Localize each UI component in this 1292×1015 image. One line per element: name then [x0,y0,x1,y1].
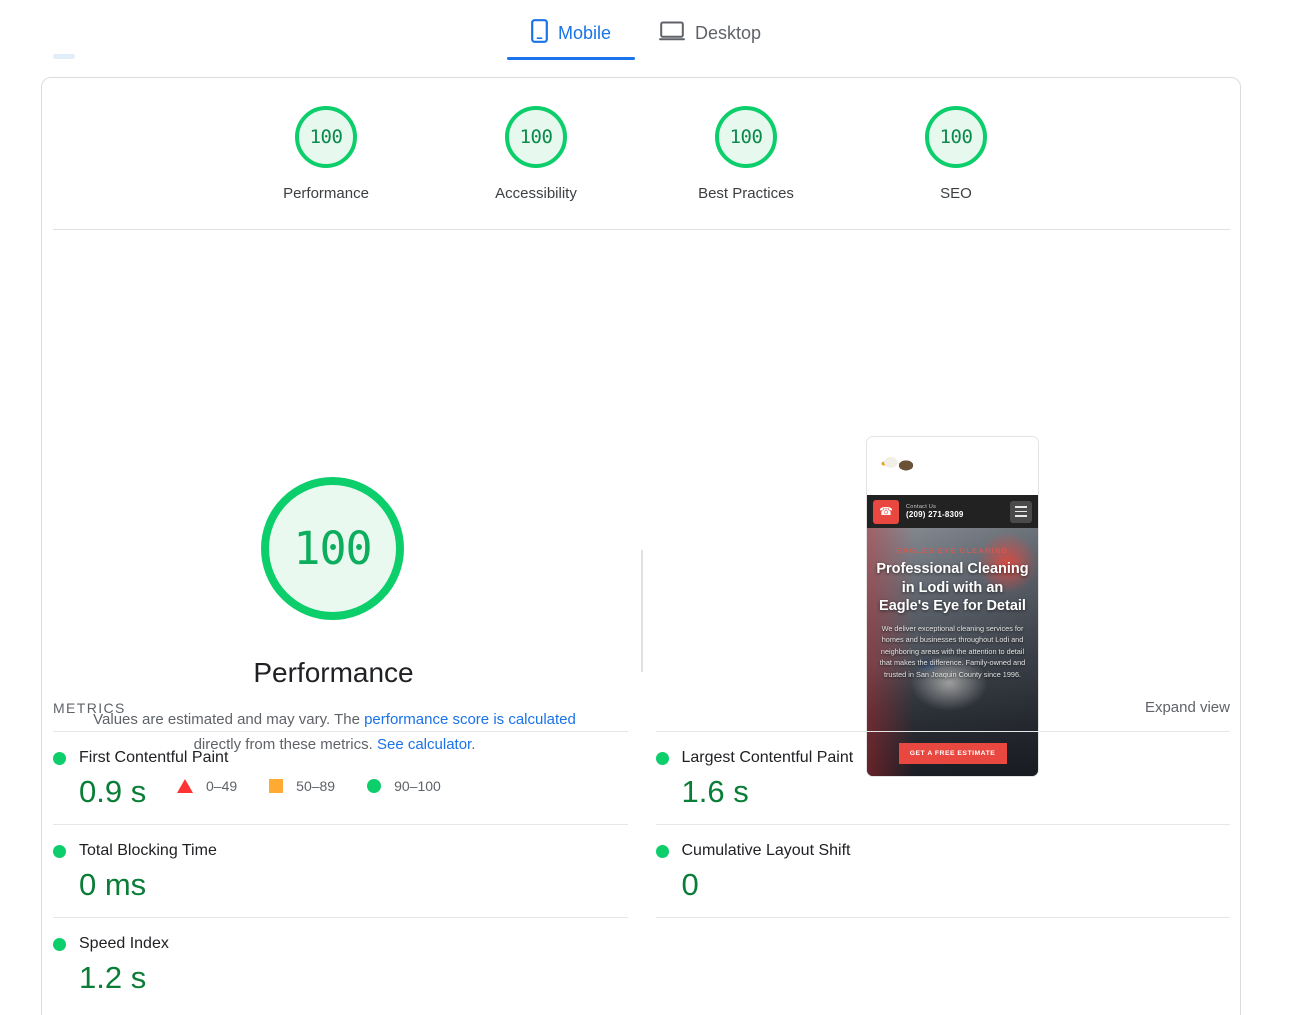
metrics-label: METRICS [53,699,126,716]
tab-desktop[interactable]: Desktop [653,10,767,56]
desktop-icon [658,21,685,46]
metric-row[interactable]: Speed Index 1.2 s [53,917,628,1010]
metric-value: 1.2 s [79,960,147,995]
category-score-strip: 100 Performance 100 Accessibility 100 Be… [42,78,1240,202]
site-eyebrow: EAGLES EYE CLEANING [896,546,1009,555]
performance-hero: 100 Performance Values are estimated and… [42,202,1240,794]
performance-gauge: 100 [261,477,404,620]
metric-name: Largest Contentful Paint [681,749,854,766]
tab-active-underline [506,57,635,60]
site-logo-area [867,437,1038,495]
metric-head: First Contentful Paint [53,749,628,767]
status-dot-icon [53,844,66,858]
category-score-best-practices[interactable]: 100 Best Practices [686,106,806,202]
site-header-bar: ☎ Contact Us (209) 271-8309 [867,495,1038,528]
score-ring: 100 [925,106,987,168]
metric-value: 0 [681,867,699,902]
metric-row[interactable]: Total Blocking Time 0 ms [53,824,628,917]
metric-head: Speed Index [53,935,628,953]
score-ring: 100 [505,106,567,168]
metric-name: Cumulative Layout Shift [681,842,851,859]
score-label: Performance [283,185,369,202]
report-card: 100 Performance 100 Accessibility 100 Be… [41,77,1241,1015]
category-score-accessibility[interactable]: 100 Accessibility [476,106,596,202]
metric-row[interactable]: Largest Contentful Paint 1.6 s [655,731,1231,824]
form-factor-tabs: Mobile Desktop [0,0,1292,60]
performance-title: Performance [253,657,414,688]
site-body-text: We deliver exceptional cleaning services… [879,623,1026,679]
metric-name: Speed Index [79,935,169,952]
category-score-seo[interactable]: 100 SEO [896,106,1016,202]
expand-view-button[interactable]: Expand view [1145,699,1230,716]
score-ring: 100 [715,106,777,168]
status-dot-icon [53,751,66,765]
hamburger-menu-icon [1010,500,1032,523]
status-dot-icon [655,844,669,858]
cut-off-element-sliver [53,54,75,59]
score-ring: 100 [295,106,357,168]
eagle-logo-icon [878,451,918,481]
status-dot-icon [53,937,66,951]
metric-value: 1.6 s [681,774,749,809]
vertical-divider [641,550,643,672]
metrics-empty-slot [655,917,1230,1008]
metrics-grid: First Contentful Paint 0.9 s Total Block… [53,731,1230,1010]
score-label: SEO [940,185,972,202]
metric-head: Total Blocking Time [53,842,628,860]
metric-name: Total Blocking Time [79,842,217,859]
metrics-column-left: First Contentful Paint 0.9 s Total Block… [53,731,628,1010]
page-screenshot-thumbnail[interactable]: ☎ Contact Us (209) 271-8309 EAGLES EYE C… [866,436,1039,777]
status-dot-icon [655,751,669,765]
metric-name: First Contentful Paint [79,749,229,766]
pagespeed-report-page: Mobile Desktop 100 Performance 100 Acces… [0,0,1292,1015]
metric-head: Largest Contentful Paint [655,749,1231,767]
metric-row[interactable]: Cumulative Layout Shift 0 [655,824,1231,917]
score-label: Best Practices [698,185,794,202]
category-score-performance[interactable]: 100 Performance [266,106,386,202]
site-headline: Professional Cleaning in Lodi with an Ea… [876,561,1029,614]
tab-desktop-label: Desktop [694,23,762,43]
metric-row[interactable]: First Contentful Paint 0.9 s [53,731,628,824]
metric-head: Cumulative Layout Shift [655,842,1231,860]
metrics-column-right: Largest Contentful Paint 1.6 s Cumulativ… [655,731,1231,1010]
contact-phone: (209) 271-8309 [906,510,964,520]
tab-mobile-label: Mobile [557,23,611,43]
tab-mobile[interactable]: Mobile [506,10,635,60]
site-hero-text: EAGLES EYE CLEANING Professional Cleanin… [867,528,1038,680]
metrics-header: METRICS Expand view [53,699,1230,716]
score-label: Accessibility [495,185,577,202]
metric-value: 0 ms [79,867,147,902]
metric-value: 0.9 s [79,774,147,809]
phone-icon: ☎ [873,499,899,524]
mobile-icon [531,18,548,48]
contact-block: Contact Us (209) 271-8309 [906,504,1003,520]
